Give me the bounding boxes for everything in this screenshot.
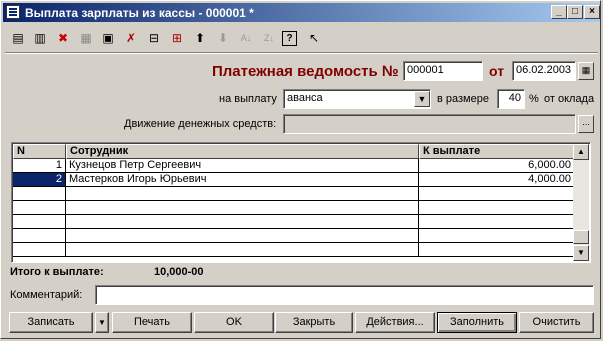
- date-field[interactable]: 06.02.2003: [512, 61, 576, 81]
- help-icon[interactable]: ?: [282, 31, 297, 46]
- window-title: Выплата зарплаты из кассы - 000001 *: [25, 6, 254, 20]
- column-header-n[interactable]: N: [13, 144, 66, 159]
- scroll-up-icon[interactable]: ▲: [573, 144, 589, 160]
- cash-flow-select-button[interactable]: ...: [578, 115, 594, 133]
- cash-flow-field[interactable]: [283, 114, 576, 134]
- table-row[interactable]: [13, 243, 575, 257]
- from-label: от: [489, 63, 505, 79]
- payout-select[interactable]: аванса: [283, 89, 431, 109]
- maximize-button[interactable]: □: [567, 5, 583, 19]
- table-row-selected[interactable]: 2 Мастерков Игорь Юрьевич 4,000.00: [13, 173, 575, 187]
- percent-field[interactable]: 40: [497, 89, 525, 109]
- doc-title: Платежная ведомость №: [212, 63, 399, 80]
- sort-desc-icon[interactable]: Z↓: [260, 29, 278, 47]
- doc-number-field[interactable]: 000001: [403, 61, 483, 81]
- column-header-amount[interactable]: К выплате: [419, 144, 575, 159]
- title-bar[interactable]: Выплата зарплаты из кассы - 000001 * _ □…: [3, 3, 600, 22]
- employee-cell: Кузнецов Петр Сергеевич: [66, 159, 419, 172]
- cash-flow-label: Движение денежных средств:: [124, 118, 277, 130]
- total-value: 10,000-00: [154, 266, 204, 278]
- whats-this-icon[interactable]: ↖: [305, 29, 323, 47]
- up-arrow-icon[interactable]: ⬆: [191, 29, 209, 47]
- column-header-employee[interactable]: Сотрудник: [66, 144, 419, 159]
- row-number: 2: [13, 173, 66, 186]
- comment-field[interactable]: [95, 285, 594, 305]
- close-button[interactable]: ×: [584, 5, 600, 19]
- table-row[interactable]: [13, 201, 575, 215]
- employee-cell: Мастерков Игорь Юрьевич: [66, 173, 419, 186]
- payroll-table: N Сотрудник К выплате 1 Кузнецов Петр Се…: [11, 142, 591, 263]
- scroll-thumb[interactable]: [573, 230, 589, 244]
- amount-cell: 6,000.00: [419, 159, 575, 172]
- delete-row-icon[interactable]: ✖: [54, 29, 72, 47]
- calendar-button[interactable]: ▦: [578, 62, 594, 80]
- close-form-button[interactable]: Закрыть: [275, 312, 353, 333]
- delete-doc-icon[interactable]: ✗: [122, 29, 140, 47]
- actions-button[interactable]: Действия...: [355, 312, 435, 333]
- table-header: N Сотрудник К выплате: [13, 144, 575, 159]
- scroll-down-icon[interactable]: ▼: [573, 245, 589, 261]
- down-arrow-icon[interactable]: ⬇: [214, 29, 232, 47]
- toolbar-separator: [5, 52, 598, 54]
- print-button[interactable]: Печать: [112, 312, 192, 333]
- document-icon: [6, 5, 20, 19]
- table-row[interactable]: [13, 187, 575, 201]
- sort-asc-icon[interactable]: A↓: [237, 29, 255, 47]
- amount-cell: 4,000.00: [419, 173, 575, 186]
- toolbar: ▤ ▥ ✖ ▦ ▣ ✗ ⊟ ⊞ ⬆ ⬇ A↓ Z↓ ? ↖: [5, 25, 598, 51]
- table-row[interactable]: 1 Кузнецов Петр Сергеевич 6,000.00: [13, 159, 575, 173]
- minimize-button[interactable]: _: [551, 5, 567, 19]
- percent-sign: %: [529, 93, 539, 105]
- row-number: 1: [13, 159, 66, 172]
- payout-label: на выплату: [219, 93, 277, 105]
- vertical-scrollbar[interactable]: ▲ ▼: [573, 144, 589, 261]
- ok-button[interactable]: OK: [194, 312, 274, 333]
- comment-label: Комментарий:: [10, 289, 83, 301]
- fill-button[interactable]: Заполнить: [437, 312, 517, 333]
- amount-label: в размере: [437, 93, 489, 105]
- edit-icon[interactable]: ▦: [77, 29, 95, 47]
- total-label: Итого к выплате:: [10, 266, 104, 278]
- document-window: Выплата зарплаты из кассы - 000001 * _ □…: [0, 0, 601, 339]
- new-row-icon[interactable]: ▤: [9, 29, 27, 47]
- select-icon[interactable]: ⊟: [145, 29, 163, 47]
- clear-button[interactable]: Очистить: [519, 312, 594, 333]
- save-button[interactable]: Записать: [9, 312, 93, 333]
- save-dropdown-button[interactable]: ▼: [95, 312, 109, 333]
- table-row[interactable]: [13, 215, 575, 229]
- copy-row-icon[interactable]: ▥: [31, 29, 49, 47]
- chevron-down-icon[interactable]: ▼: [414, 91, 430, 107]
- table-row[interactable]: [13, 229, 575, 243]
- subordinate-icon[interactable]: ⊞: [168, 29, 186, 47]
- doc-icon[interactable]: ▣: [99, 29, 117, 47]
- of-salary-label: от оклада: [544, 93, 595, 105]
